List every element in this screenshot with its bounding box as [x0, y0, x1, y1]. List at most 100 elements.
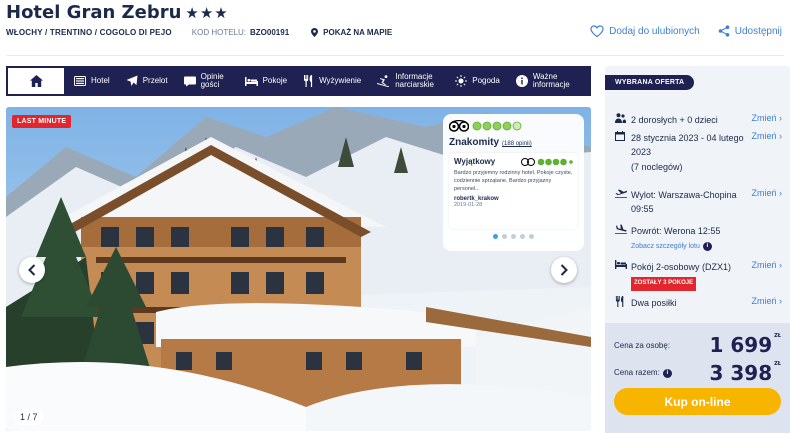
share-button[interactable]: Udostępnij [718, 25, 782, 37]
tripadvisor-logo-icon [449, 120, 469, 132]
nav-item-label: Pokoje [262, 75, 288, 85]
review-item-date: 2019-01-28 [454, 201, 483, 208]
price-total-label-wrap: Cena razem: i [614, 368, 672, 378]
currency-label: ZŁ [774, 361, 781, 367]
page-header: Hotel Gran Zebru ★★★ WŁOCHY / TRENTINO / … [0, 0, 790, 60]
add-to-favorites-button[interactable]: Dodaj do ulubionych [590, 25, 700, 37]
offer-guests: 2 dorosłych + 0 dzieci [631, 115, 718, 125]
show-map-link[interactable]: POKAŻ NA MAPIE [311, 28, 392, 37]
review-rating-label: Znakomity [449, 137, 500, 148]
hotel-stars: ★★★ [185, 4, 229, 22]
calendar-icon [615, 131, 625, 141]
carousel-dot[interactable] [502, 234, 507, 239]
carousel-dot[interactable] [520, 234, 525, 239]
departure-icon [615, 189, 628, 198]
sun-icon [455, 75, 468, 87]
nav-item-label: Wyżywienie [319, 75, 362, 85]
change-dates-link[interactable]: Zmień [751, 131, 782, 174]
offer-room-row: Pokój 2-osobowy (DZX1) ZOSTAŁY 3 POKOJE … [615, 260, 782, 291]
review-item-bubbles-icon [521, 157, 573, 166]
review-count-link[interactable]: (188 opinii) [502, 141, 532, 147]
offer-return-row: Powrót: Werona 12:55 Zobacz szczegóły lo… [615, 224, 782, 253]
arrival-icon [615, 224, 627, 234]
change-flight-link[interactable]: Zmień [751, 188, 782, 217]
review-carousel-dots[interactable] [449, 234, 578, 239]
offer-room: Pokój 2-osobowy (DZX1) [631, 262, 732, 272]
hotel-code-value: BZO00191 [250, 28, 290, 37]
price-per-person-value: 1 699 [709, 333, 773, 357]
price-box: Cena za osobę: 1 699 ZŁ Cena razem: i 3 39… [605, 323, 790, 433]
price-total-value: 3 398 [709, 361, 773, 385]
hotel-meta: WŁOCHY / TRENTINO / COGOLO DI PEJO KOD H… [6, 28, 392, 37]
skier-icon [377, 75, 390, 87]
info-icon[interactable]: i [662, 368, 672, 378]
nav-home[interactable] [6, 66, 66, 96]
gallery-counter: 1 / 7 [14, 409, 44, 425]
show-map-label: POKAŻ NA MAPIE [323, 28, 393, 37]
nav-item-label: Informacje narciarskie [395, 71, 434, 89]
nav-item-rooms[interactable]: Pokoje [237, 66, 295, 96]
hotel-code-label: KOD HOTELU: [191, 28, 247, 37]
gallery-prev-button[interactable] [19, 257, 45, 283]
header-actions: Dodaj do ulubionych Udostępnij [590, 25, 782, 37]
hotel-icon [74, 76, 86, 86]
info-icon [515, 75, 528, 87]
price-total-row: Cena razem: i 3 398 ZŁ [614, 361, 781, 385]
map-pin-icon [311, 28, 319, 37]
hotel-name: Hotel Gran Zebru [6, 2, 182, 23]
nav-item-flight[interactable]: Przelot [118, 66, 176, 96]
flight-details-link[interactable]: Zobacz szczegóły lotu i [631, 242, 712, 252]
nav-item-label: Ważne informacje [532, 71, 570, 89]
carousel-dot[interactable] [529, 234, 534, 239]
nav-item-label: Pogoda [472, 75, 500, 85]
offer-board: Dwa posiłki [631, 298, 677, 308]
offer-board-row: Dwa posiłki Zmień [615, 296, 782, 310]
gallery-next-button[interactable] [551, 257, 577, 283]
buy-online-button[interactable]: Kup on-line [614, 388, 781, 415]
rating-bubbles-icon [472, 121, 522, 131]
nav-item-board[interactable]: Wyżywienie [295, 66, 369, 96]
carousel-dot[interactable] [511, 234, 516, 239]
price-total-label: Cena razem: [614, 368, 660, 378]
offer-departure-row: Wylot: Warszawa-Chopina 09:55 Zmień [615, 188, 782, 217]
chevron-right-icon [560, 264, 568, 276]
header-divider [6, 55, 784, 56]
share-icon [718, 25, 730, 37]
nav-item-hotel[interactable]: Hotel [66, 66, 118, 96]
price-per-person-row: Cena za osobę: 1 699 ZŁ [614, 333, 781, 357]
change-board-link[interactable]: Zmień [751, 296, 782, 310]
cutlery-icon [615, 296, 624, 307]
nav-item-label: Opinie gości [200, 71, 224, 89]
tripadvisor-review-card[interactable]: Znakomity (188 opinii) Wyjątkowy Bardzo … [443, 114, 584, 251]
change-room-link[interactable]: Zmień [751, 260, 782, 291]
home-icon [29, 75, 43, 87]
offer-departure: Wylot: Warszawa-Chopina 09:55 [631, 190, 737, 215]
hotel-photo-gallery[interactable]: LAST MINUTE 1 / 7 Znakomity (188 opinii)… [6, 107, 591, 431]
heart-icon [590, 25, 604, 37]
hotel-nav: Hotel Przelot Opinie gości Pokoje Wyżywi… [6, 66, 591, 96]
selected-offer-badge: WYBRANA OFERTA [605, 75, 695, 90]
change-guests-link[interactable]: Zmień [751, 113, 782, 127]
carousel-dot[interactable] [493, 234, 498, 239]
chevron-left-icon [28, 264, 36, 276]
last-minute-badge: LAST MINUTE [12, 115, 72, 128]
review-item-title: Wyjątkowy [454, 157, 496, 166]
flight-details-label: Zobacz szczegóły lotu [631, 243, 700, 251]
rooms-left-badge: ZOSTAŁY 3 POKOJE [631, 277, 697, 291]
nav-item-label: Przelot [142, 75, 168, 85]
nav-item-weather[interactable]: Pogoda [447, 66, 508, 96]
info-icon: i [702, 242, 712, 252]
add-to-favorites-label: Dodaj do ulubionych [609, 25, 700, 37]
hotel-title: Hotel Gran Zebru ★★★ [6, 2, 229, 23]
people-icon [615, 113, 626, 123]
currency-label: ZŁ [774, 333, 781, 339]
price-per-person-label: Cena za osobę: [614, 340, 671, 350]
offer-guests-row: 2 dorosłych + 0 dzieci Zmień [615, 113, 782, 127]
nav-item-reviews[interactable]: Opinie gości [176, 66, 237, 96]
tripadvisor-rating-row [449, 120, 578, 132]
nav-item-important-info[interactable]: Ważne informacje [508, 66, 581, 96]
review-item: Wyjątkowy Bardzo przyjemny rodzinny hote… [449, 153, 578, 229]
bed-icon [244, 77, 258, 86]
bed-icon [615, 260, 627, 269]
nav-item-ski-info[interactable]: Informacje narciarskie [369, 66, 447, 96]
